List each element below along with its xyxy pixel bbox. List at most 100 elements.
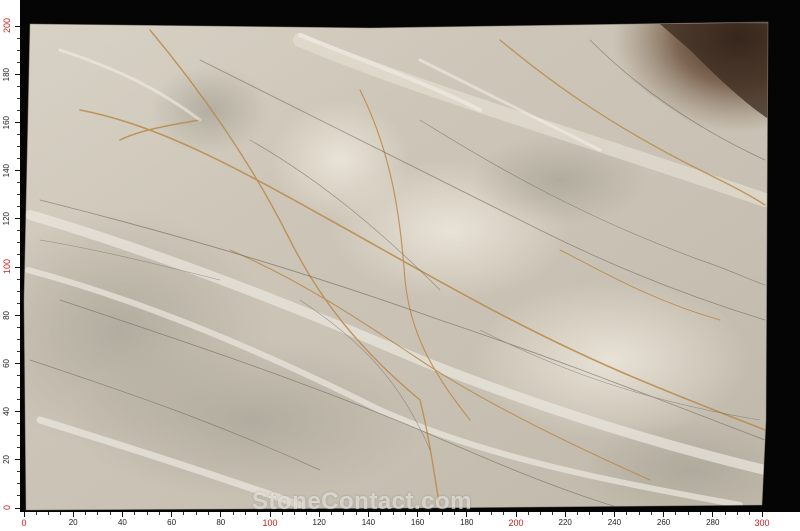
ruler-left-tick bbox=[15, 121, 20, 123]
ruler-bottom-tick bbox=[564, 512, 566, 517]
ruler-left-tick bbox=[17, 158, 20, 160]
ruler-bottom-tick bbox=[638, 512, 640, 515]
ruler-bottom-tick bbox=[577, 512, 578, 515]
ruler-bottom-tick bbox=[35, 512, 37, 515]
ruler-bottom-tick bbox=[503, 512, 505, 515]
ruler-left-label: 200 bbox=[2, 18, 12, 34]
ruler-bottom-tick bbox=[404, 512, 406, 515]
ruler-bottom-tick bbox=[331, 512, 332, 515]
ruler-bottom-tick bbox=[355, 512, 357, 515]
ruler-bottom-tick bbox=[269, 512, 271, 517]
ruler-left-tick bbox=[15, 170, 20, 172]
slab-photo-view: StoneContact.com 0 20 40 60 80 100 120 140 160 18… bbox=[0, 0, 800, 531]
ruler-bottom-tick bbox=[429, 512, 431, 515]
ruler-bottom-label: 200 bbox=[508, 518, 524, 528]
ruler-bottom-label: 80 bbox=[216, 518, 226, 527]
ruler-bottom-label: 180 bbox=[460, 518, 474, 527]
ruler-bottom-label: 20 bbox=[68, 518, 78, 527]
ruler-bottom-tick bbox=[650, 512, 652, 515]
ruler-bottom-tick bbox=[146, 512, 148, 515]
ruler-left-tick bbox=[17, 290, 20, 292]
ruler-left-tick bbox=[17, 435, 20, 437]
ruler-left-label: 140 bbox=[2, 163, 11, 178]
ruler-bottom-tick bbox=[552, 512, 554, 515]
ruler-bottom-tick bbox=[294, 512, 296, 515]
ruler-bottom-tick bbox=[72, 512, 74, 517]
ruler-bottom-tick bbox=[417, 512, 419, 517]
ruler-bottom-tick bbox=[208, 512, 209, 515]
ruler-bottom-tick bbox=[589, 512, 591, 515]
marble-slab-image bbox=[23, 21, 769, 511]
ruler-left-tick bbox=[17, 254, 20, 256]
ruler-bottom-tick bbox=[527, 512, 529, 515]
ruler-bottom-tick bbox=[158, 512, 160, 515]
ruler-bottom-tick bbox=[761, 512, 763, 517]
ruler-left-tick bbox=[15, 25, 20, 27]
ruler-bottom-label: 40 bbox=[117, 518, 127, 527]
ruler-left-tick bbox=[17, 423, 20, 425]
ruler-left-tick bbox=[17, 37, 20, 39]
ruler-bottom-tick bbox=[60, 512, 62, 515]
ruler-left-tick bbox=[15, 73, 20, 75]
ruler-bottom-tick bbox=[134, 512, 136, 515]
ruler-left-label: 80 bbox=[2, 310, 11, 320]
ruler-bottom-tick bbox=[515, 512, 517, 517]
ruler-bottom-tick bbox=[700, 512, 701, 515]
ruler-left-tick bbox=[17, 194, 20, 196]
ruler-bottom-tick bbox=[613, 512, 615, 517]
ruler-bottom-tick bbox=[232, 512, 234, 515]
ruler-left-tick bbox=[17, 230, 20, 232]
ruler-bottom-tick bbox=[183, 512, 185, 515]
ruler-left-tick bbox=[17, 399, 20, 401]
ruler-left-tick bbox=[17, 146, 20, 147]
ruler-bottom-label: 100 bbox=[262, 518, 278, 528]
ruler-left-label: 0 bbox=[2, 505, 12, 511]
ruler-bottom-label: 60 bbox=[167, 518, 177, 527]
ruler-left-label: 120 bbox=[2, 212, 11, 226]
ruler-left-label: 60 bbox=[2, 358, 11, 368]
ruler-left-tick bbox=[17, 61, 20, 63]
ruler-bottom-tick bbox=[380, 512, 382, 515]
ruler-left-tick bbox=[17, 182, 20, 184]
ruler-bottom-label: 300 bbox=[754, 518, 770, 528]
ruler-bottom-tick bbox=[454, 512, 455, 515]
ruler-left-tick bbox=[15, 411, 20, 413]
ruler-bottom-label: 240 bbox=[607, 518, 622, 527]
ruler-left-tick bbox=[15, 314, 20, 316]
ruler-left-tick bbox=[17, 85, 20, 87]
ruler-bottom-tick bbox=[367, 512, 369, 517]
ruler-left-tick bbox=[17, 471, 20, 473]
ruler-bottom-tick bbox=[48, 512, 50, 515]
ruler-bottom-label: 120 bbox=[312, 518, 326, 527]
ruler-left-tick bbox=[17, 206, 20, 208]
ruler-left-tick bbox=[15, 218, 20, 220]
ruler-left-tick bbox=[17, 387, 20, 388]
ruler-bottom-tick bbox=[244, 512, 246, 515]
ruler-bottom-tick bbox=[687, 512, 689, 515]
ruler-left-tick bbox=[17, 495, 20, 497]
watermark-text: StoneContact.com bbox=[252, 488, 473, 515]
ruler-bottom-tick bbox=[318, 512, 320, 517]
ruler-bottom-label: 280 bbox=[706, 518, 720, 527]
ruler-bottom-label: 220 bbox=[558, 518, 572, 527]
ruler-left-tick bbox=[17, 374, 20, 376]
ruler-bottom-tick bbox=[85, 512, 86, 515]
ruler-bottom-label: 160 bbox=[410, 518, 425, 527]
slab-surface bbox=[24, 22, 768, 510]
ruler-left-tick bbox=[17, 338, 20, 340]
ruler-left-tick bbox=[17, 49, 20, 51]
ruler-bottom-tick bbox=[441, 512, 443, 515]
ruler-left-tick bbox=[15, 266, 20, 268]
ruler-bottom-tick bbox=[466, 512, 468, 517]
ruler-left-tick bbox=[17, 278, 20, 280]
ruler-bottom-tick bbox=[601, 512, 603, 515]
ruler-bottom-tick bbox=[171, 512, 173, 517]
ruler-bottom-tick bbox=[257, 512, 259, 515]
ruler-bottom-tick bbox=[343, 512, 345, 515]
ruler-bottom-tick bbox=[109, 512, 111, 515]
ruler-bottom-tick bbox=[195, 512, 197, 515]
ruler-left-tick bbox=[15, 362, 20, 364]
ruler-left-tick bbox=[17, 326, 20, 328]
ruler-left-tick bbox=[17, 109, 20, 111]
ruler-bottom-label: 140 bbox=[361, 518, 376, 527]
